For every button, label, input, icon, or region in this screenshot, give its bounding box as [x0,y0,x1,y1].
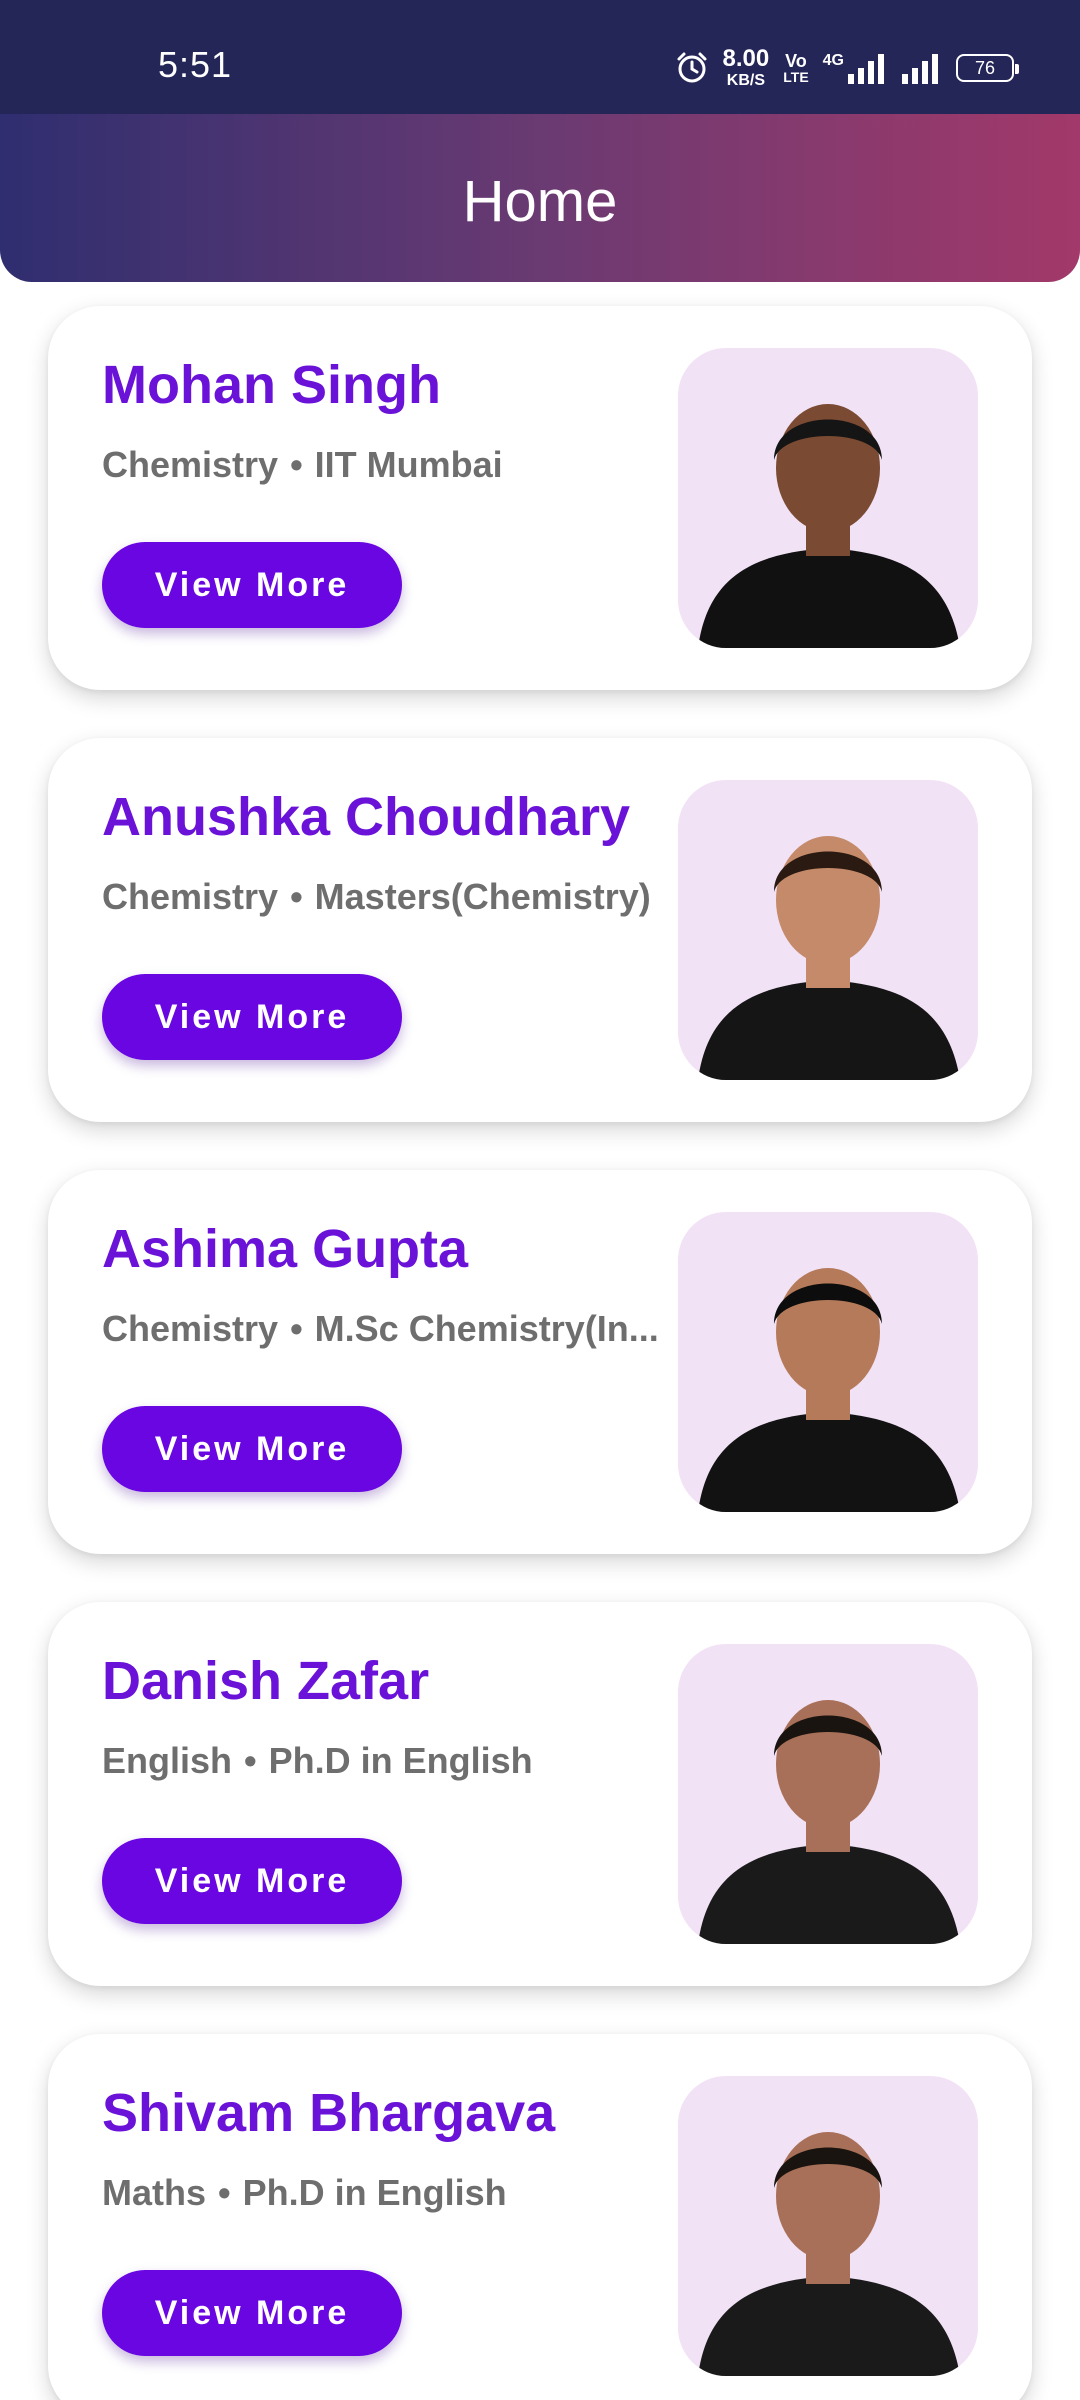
person-avatar-icon [698,836,960,1080]
separator-dot: • [290,1308,303,1349]
teacher-name: Anushka Choudhary [102,787,631,847]
teacher-qualification: M.Sc Chemistry(In... [314,1308,659,1349]
network-speed-unit: KB/S [726,72,765,89]
alarm-icon [677,52,707,83]
teacher-details: Chemistry • M.Sc Chemistry(In... [102,1308,692,1350]
person-avatar-icon [698,1700,960,1944]
teacher-card[interactable]: Anushka Choudhary Chemistry • Masters(Chemi… [48,738,1032,1122]
teacher-photo [678,348,978,648]
teacher-name: Danish Zafar [102,1651,430,1711]
teacher-name: Shivam Bhargava [102,2083,556,2143]
teacher-card[interactable]: Mohan Singh Chemistry • IIT Mumbai View More [48,306,1032,690]
battery-level: 76 [974,57,996,78]
teacher-details: English • Ph.D in English [102,1740,692,1782]
separator-dot: • [244,1740,257,1781]
teacher-photo [678,1212,978,1512]
teacher-qualification: Masters(Chemistry) [314,876,651,917]
person-avatar-icon [698,2132,960,2376]
teacher-card[interactable]: Danish Zafar English • Ph.D in English View … [48,1602,1032,1986]
teacher-subject: Chemistry [102,1308,279,1349]
signal-icon [848,54,884,84]
app-header: Home [0,114,1080,282]
network-type: 4G [822,52,844,69]
volte-bottom: LTE [783,69,809,85]
teacher-details: Chemistry • IIT Mumbai [102,444,692,486]
signal-4g: 4G [823,52,886,84]
teacher-subject: English [102,1740,233,1781]
status-time: 5:51 [158,44,233,85]
teacher-card[interactable]: Shivam Bhargava Maths • Ph.D in English View… [48,2034,1032,2400]
volte-indicator: Vo LTE [783,52,808,84]
separator-dot: • [290,444,303,485]
page-title: Home [462,169,618,234]
teacher-photo [678,2076,978,2376]
battery-icon: 76 [956,54,1019,82]
teacher-subject: Maths [102,2172,207,2213]
person-avatar-icon [698,1268,960,1512]
teacher-card[interactable]: Ashima Gupta Chemistry • M.Sc Chemistry(In.… [48,1170,1032,1554]
view-more-button[interactable]: View More [102,1406,402,1492]
view-more-button[interactable]: View More [102,2270,402,2356]
view-more-button[interactable]: View More [102,542,402,628]
network-speed-value: 8.00 [722,45,770,72]
teacher-name: Mohan Singh [102,355,441,415]
teacher-details: Chemistry • Masters(Chemistry) [102,876,692,918]
separator-dot: • [290,876,303,917]
volte-top: Vo [785,51,807,71]
teacher-subject: Chemistry [102,444,279,485]
network-speed: 8.00 KB/S [723,47,770,89]
view-more-button[interactable]: View More [102,1838,402,1924]
teacher-photo [678,780,978,1080]
teacher-details: Maths • Ph.D in English [102,2172,692,2214]
signal-icon [902,54,938,84]
teacher-name: Ashima Gupta [102,1219,469,1279]
view-more-button[interactable]: View More [102,974,402,1060]
teacher-subject: Chemistry [102,876,279,917]
teacher-qualification: Ph.D in English [242,2172,507,2213]
teacher-qualification: IIT Mumbai [314,444,503,485]
person-avatar-icon [698,404,960,648]
teacher-qualification: Ph.D in English [268,1740,533,1781]
teacher-photo [678,1644,978,1944]
separator-dot: • [218,2172,231,2213]
status-bar: 5:51 8.00 KB/S Vo LTE 4G 76 [0,0,1080,114]
status-icons: 8.00 KB/S Vo LTE 4G 76 [675,44,1019,92]
